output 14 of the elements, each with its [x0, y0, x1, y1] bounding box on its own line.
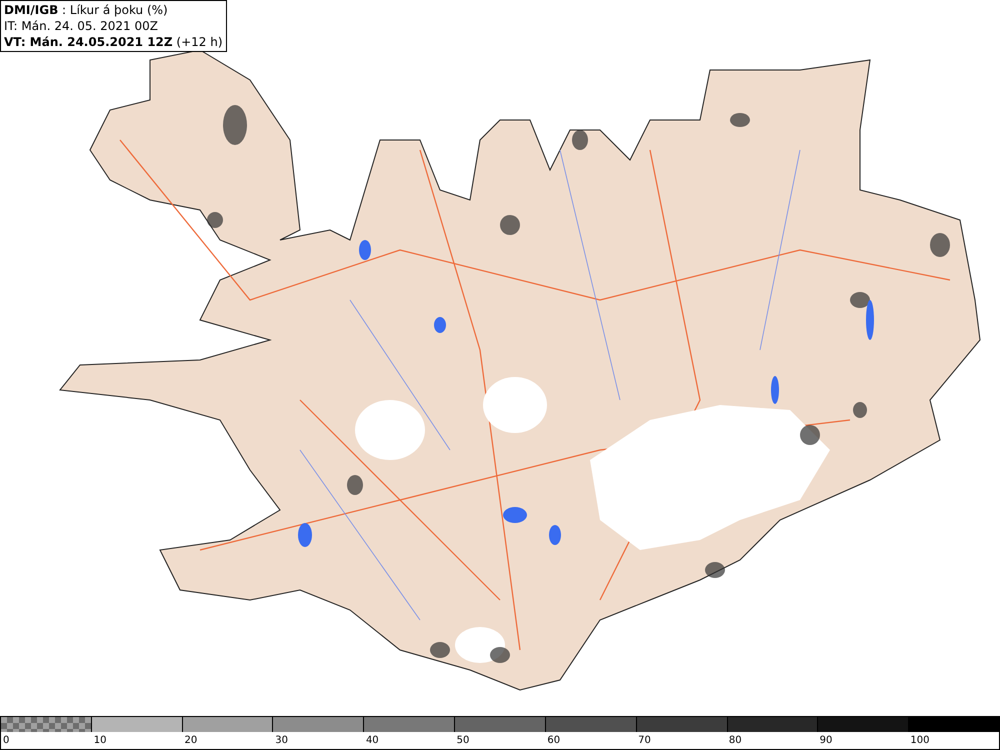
tick-label: 100 [910, 735, 930, 746]
tick-label: 40 [366, 735, 379, 746]
tick-label: 20 [184, 735, 198, 746]
tick-label: 80 [728, 735, 742, 746]
legend-text: IT: Mán. 24. 05. 2021 00Z [4, 18, 159, 34]
tick-label: 0 [3, 735, 10, 746]
tick-label: 30 [275, 735, 288, 746]
tick-label: 90 [820, 735, 832, 746]
legend-text: DMI/IGB : Líkur á þoku (%) [4, 2, 169, 18]
tick-label: 70 [638, 735, 651, 746]
tick-label: 60 [547, 735, 560, 746]
tick-label: 50 [456, 735, 470, 746]
legend-text: VT: Mán. 24.05.2021 12Z (+12 h) [4, 34, 223, 50]
tick-label: 10 [94, 735, 106, 746]
